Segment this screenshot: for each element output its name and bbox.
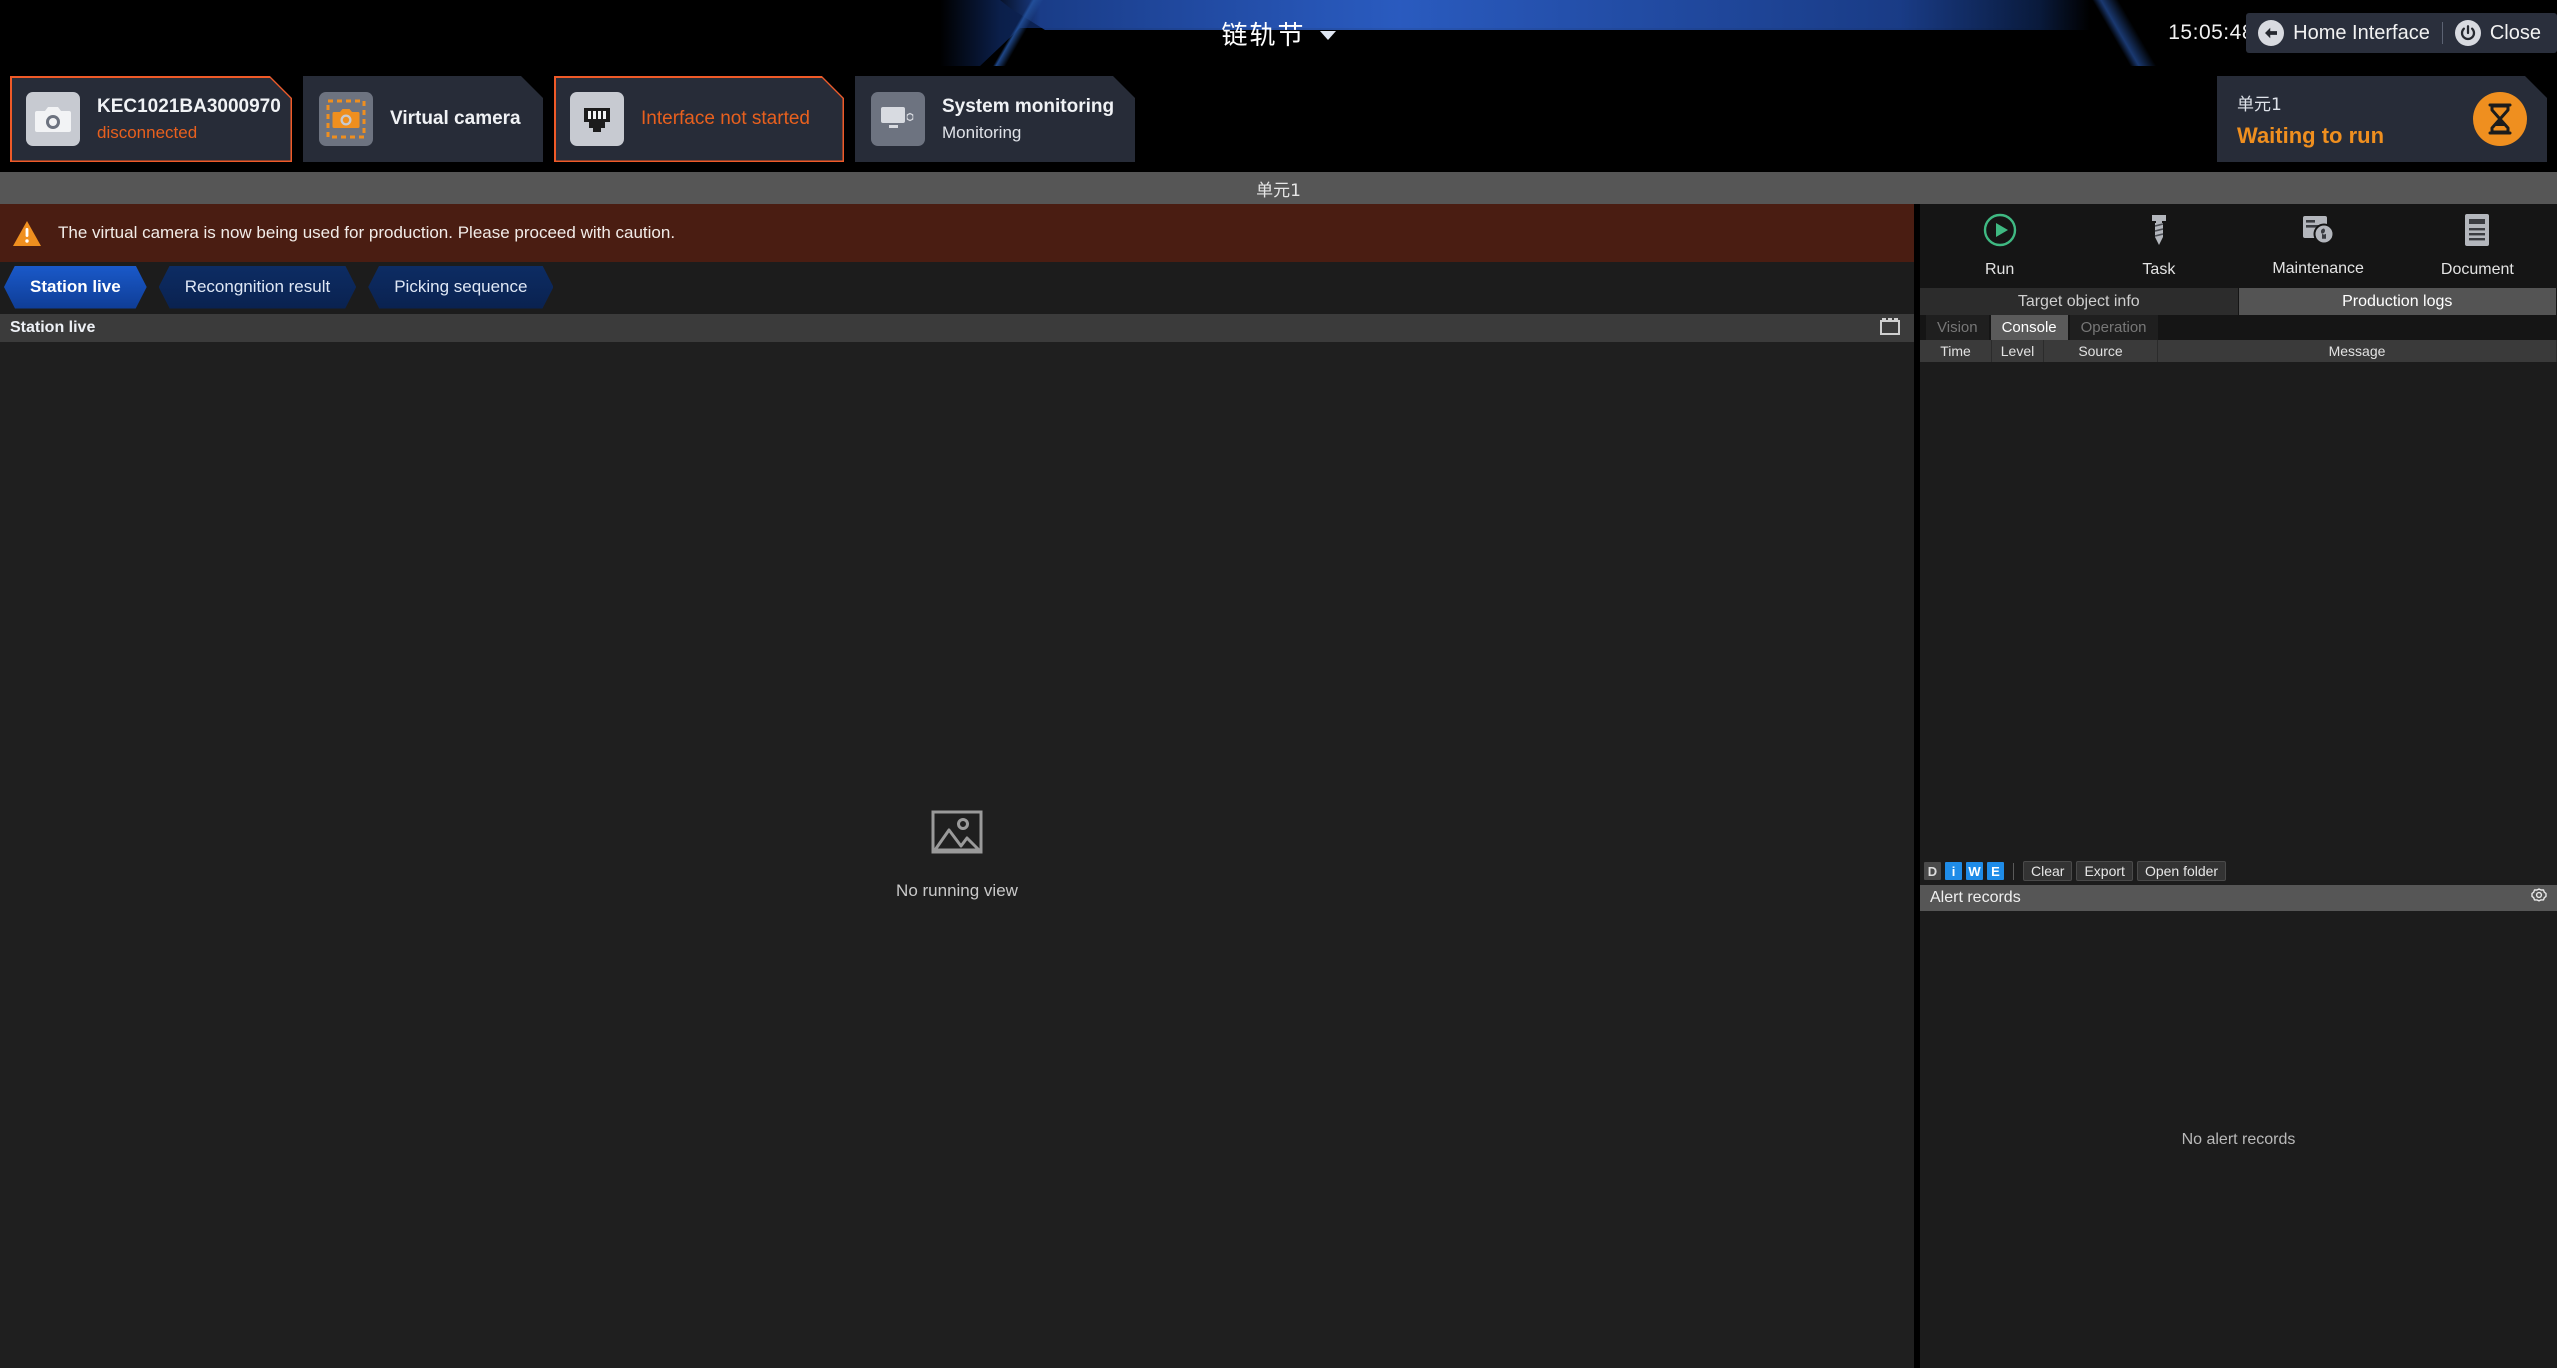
device-card-camera-text: KEC1021BA3000970 disconnected [97, 96, 281, 143]
device-status-bar: KEC1021BA3000970 disconnected Virtual ca… [0, 76, 2557, 172]
task-label: Task [2142, 261, 2176, 278]
view-tab-bar: Station live Recongnition result Picking… [0, 262, 1914, 312]
power-icon [2454, 20, 2481, 46]
close-button[interactable]: Close [2454, 20, 2541, 46]
tab-target-object-info[interactable]: Target object info [1920, 288, 2239, 315]
log-column-message: Message [2158, 340, 2557, 362]
device-card-camera-status: disconnected [97, 122, 198, 142]
document-icon [2463, 213, 2491, 252]
log-filter-info[interactable]: i [1945, 862, 1962, 880]
warning-banner: The virtual camera is now being used for… [0, 204, 1914, 262]
log-table-header: Time Level Source Message [1920, 340, 2557, 362]
window-button-divider [2441, 22, 2443, 44]
device-card-system-monitoring-status: Monitoring [942, 122, 1022, 142]
back-arrow-icon [2258, 20, 2285, 46]
station-live-canvas[interactable]: No running view [0, 342, 1914, 1368]
device-card-interface-text: Interface not started [641, 108, 810, 130]
ethernet-port-icon [570, 92, 624, 146]
screw-icon [2143, 213, 2175, 252]
home-interface-button[interactable]: Home Interface [2258, 20, 2430, 46]
play-circle-icon [1983, 213, 2017, 252]
clock: 15:05:48 [2168, 21, 2254, 44]
warning-triangle-icon [12, 220, 42, 247]
device-card-virtual-camera[interactable]: Virtual camera [303, 76, 543, 162]
subtab-operation[interactable]: Operation [2069, 315, 2158, 340]
right-side-panel: Run Task Maintenance Document Target obj… [1920, 204, 2557, 1368]
log-toolbar-divider [2013, 862, 2014, 880]
tab-recognition-result[interactable]: Recongnition result [159, 266, 357, 309]
run-button[interactable]: Run [1920, 204, 2079, 288]
clear-logs-button[interactable]: Clear [2023, 861, 2073, 881]
document-button[interactable]: Document [2398, 204, 2557, 288]
log-column-source: Source [2044, 340, 2158, 362]
device-card-camera[interactable]: KEC1021BA3000970 disconnected [10, 76, 292, 162]
log-column-time: Time [1920, 340, 1992, 362]
hourglass-icon [2473, 92, 2527, 146]
tab-production-logs[interactable]: Production logs [2238, 288, 2557, 315]
export-logs-button[interactable]: Export [2076, 861, 2133, 881]
device-card-interface-status: Interface not started [641, 108, 810, 129]
maintenance-icon [2301, 214, 2335, 251]
device-card-camera-title: KEC1021BA3000970 [97, 95, 281, 117]
window-buttons: Home Interface Close [2246, 13, 2557, 53]
log-filter-warning[interactable]: W [1966, 862, 1983, 880]
device-card-interface[interactable]: Interface not started [554, 76, 844, 162]
system-monitor-icon [871, 92, 925, 146]
unit-status-text: 单元1 Waiting to run [2237, 90, 2473, 149]
device-card-system-monitoring-text: System monitoring Monitoring [942, 96, 1114, 143]
log-filter-debug[interactable]: D [1924, 862, 1941, 880]
tab-picking-sequence[interactable]: Picking sequence [368, 266, 553, 309]
subtab-vision[interactable]: Vision [1926, 315, 1989, 340]
caret-down-icon[interactable] [1319, 30, 1336, 40]
tab-station-live[interactable]: Station live [4, 266, 147, 309]
app-root: 链轨节 15:05:48 Home Interface Close KEC102… [0, 0, 2557, 1368]
unit-status-state: Waiting to run [2237, 122, 2385, 148]
log-table-body[interactable] [1920, 362, 2557, 857]
right-tab-bar: Target object info Production logs [1920, 288, 2557, 315]
log-subtab-bar: Vision Console Operation [1920, 315, 2557, 340]
log-filter-error[interactable]: E [1987, 862, 2004, 880]
image-placeholder-icon [931, 810, 983, 859]
document-label: Document [2440, 261, 2514, 278]
device-card-system-monitoring[interactable]: System monitoring Monitoring [855, 76, 1135, 162]
header-diagonal-left [955, 0, 1075, 66]
subtab-console[interactable]: Console [1990, 315, 2068, 340]
log-toolbar: D i W E Clear Export Open folder [1920, 857, 2557, 885]
alert-records-title: Alert records [1930, 889, 2021, 906]
virtual-camera-icon [319, 92, 373, 146]
log-column-level: Level [1992, 340, 2044, 362]
device-card-virtual-camera-title: Virtual camera [390, 108, 521, 129]
alert-records-empty-label: No alert records [2181, 1130, 2296, 1148]
run-label: Run [1984, 261, 2015, 278]
warning-banner-text: The virtual camera is now being used for… [58, 223, 676, 242]
title-bar: 链轨节 15:05:48 Home Interface Close [0, 0, 2557, 66]
station-live-panel-header: Station live [0, 314, 1914, 342]
station-live-empty-label: No running view [896, 880, 1018, 900]
action-toolbar: Run Task Maintenance Document [1920, 204, 2557, 288]
device-card-system-monitoring-title: System monitoring [942, 95, 1115, 117]
task-button[interactable]: Task [2079, 204, 2238, 288]
window-layout-icon[interactable] [1880, 317, 1900, 340]
open-folder-button[interactable]: Open folder [2136, 861, 2227, 881]
close-label: Close [2489, 21, 2541, 44]
unit-status-card[interactable]: 单元1 Waiting to run [2217, 76, 2547, 162]
unit-title-strip: 单元1 [0, 172, 2557, 204]
maintenance-label: Maintenance [2272, 260, 2364, 277]
alert-records-header: Alert records [1920, 885, 2557, 911]
camera-icon [26, 92, 80, 146]
alert-records-body[interactable]: No alert records [1920, 911, 2557, 1368]
station-live-panel-title: Station live [10, 319, 96, 336]
maintenance-button[interactable]: Maintenance [2239, 204, 2398, 288]
main-content-pane: The virtual camera is now being used for… [0, 204, 1914, 1368]
home-interface-label: Home Interface [2293, 21, 2430, 44]
device-card-virtual-camera-text: Virtual camera [390, 108, 521, 130]
gear-icon[interactable] [2531, 887, 2547, 909]
unit-status-name: 单元1 [2237, 94, 2282, 115]
